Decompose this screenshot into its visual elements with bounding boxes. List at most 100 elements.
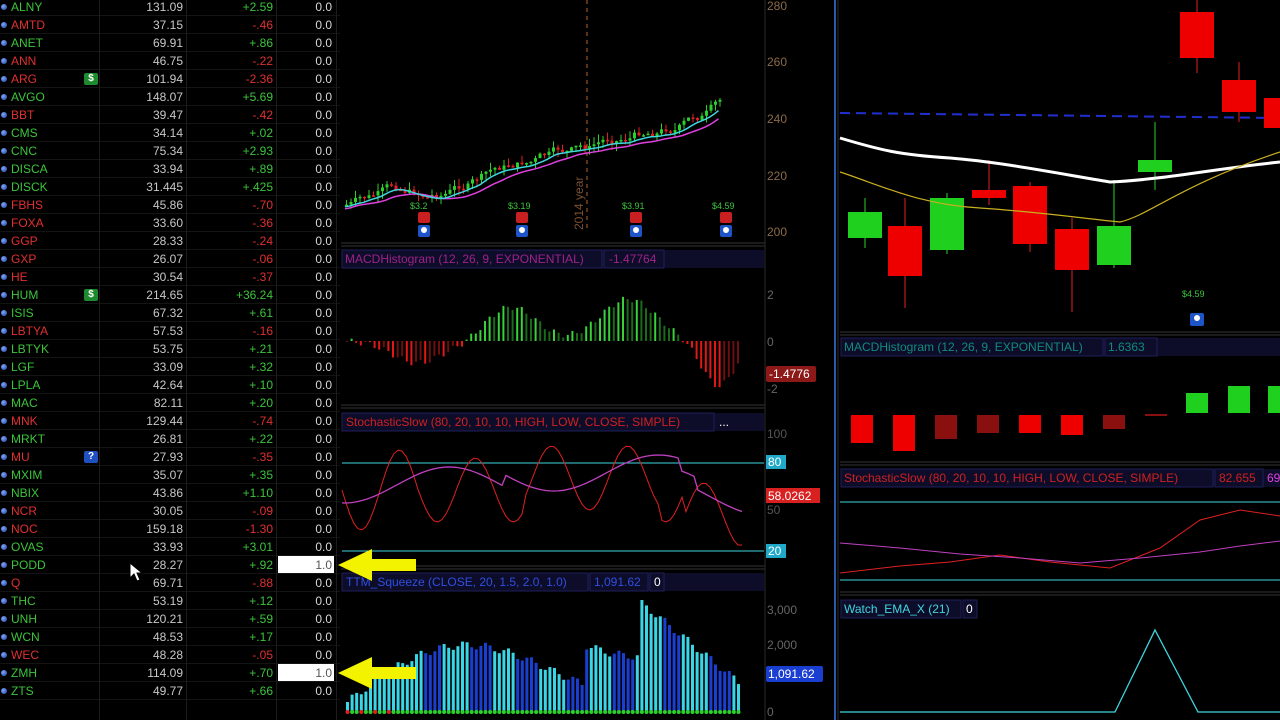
macd-bar: [410, 341, 413, 366]
candle-body: [628, 138, 632, 141]
squeeze-bar: [635, 655, 639, 712]
squeeze-bar: [520, 660, 524, 712]
candle-body: [376, 191, 380, 196]
macd-bar: [626, 299, 629, 341]
squeeze-dot: [543, 710, 548, 714]
stoch-badge-label: 58.0262: [768, 489, 812, 503]
squeeze-bar: [626, 658, 630, 712]
squeeze-bar: [470, 647, 474, 712]
dividend-marker-right: $4.59: [1182, 289, 1205, 326]
squeeze-dot: [566, 710, 571, 714]
squeeze-dot: [534, 710, 539, 714]
squeeze-bar: [378, 676, 382, 712]
macd-histogram-zoomed: [851, 386, 1280, 451]
candle-body: [714, 101, 717, 105]
candle-body: [475, 179, 479, 181]
squeeze-bar: [727, 670, 731, 712]
candle-body: [624, 139, 627, 142]
squeeze-dot: [354, 710, 359, 714]
stoch2-title: StochasticSlow (80, 20, 10, 10, HIGH, LO…: [844, 471, 1178, 485]
macd-bar: [603, 309, 606, 341]
macd-histogram: [346, 296, 739, 388]
ema-value: 0: [966, 602, 973, 616]
candle-body: [1013, 186, 1047, 244]
stochastic-lines: [341, 445, 743, 546]
squeeze-bar: [622, 653, 625, 712]
candle-body: [498, 167, 501, 170]
candle-body: [543, 153, 546, 156]
stoch2-extra: 69: [1267, 471, 1280, 485]
squeeze-bar: [585, 649, 589, 712]
macd-bar: [442, 341, 445, 357]
squeeze-bar: [479, 645, 483, 712]
candle-body: [673, 130, 677, 133]
candle-body: [354, 197, 357, 203]
ema-signal-line: [840, 628, 1280, 713]
macd-bar: [658, 317, 661, 341]
squeeze-dot: [635, 710, 640, 714]
squeeze-dot: [423, 710, 428, 714]
macd-block: [1228, 386, 1250, 413]
chart-left[interactable]: 2014 year $3.2 $3.19 $3.91 $4.59 2802602402…: [0, 0, 1280, 720]
squeeze-dot: [474, 710, 479, 714]
macd-value: -1.47764: [609, 252, 657, 266]
squeeze-bar: [497, 653, 501, 712]
macd-axis-2: 2: [767, 288, 774, 302]
macd-bar: [488, 316, 491, 341]
squeeze-dot: [377, 710, 382, 714]
earnings-icon: [418, 212, 430, 223]
macd-bar: [691, 341, 693, 348]
ema-title: Watch_EMA_X (21): [844, 602, 950, 616]
stoch2-d-line: [839, 540, 1280, 564]
info-icon-dot: [421, 227, 427, 233]
squeeze-dot: [483, 710, 488, 714]
squeeze-bar: [580, 684, 584, 712]
squeeze-dot: [547, 710, 552, 714]
squeeze-bar: [456, 646, 460, 712]
squeeze-dot: [552, 710, 557, 714]
stoch-axis-mid: 50: [767, 503, 781, 517]
price-axis-label: 280: [767, 0, 787, 13]
squeeze-dot: [603, 710, 608, 714]
macd-bar: [419, 341, 422, 361]
squeeze-bar: [516, 658, 520, 712]
macd2-value: 1.6363: [1108, 340, 1145, 354]
squeeze-bar: [723, 671, 727, 712]
squeeze-dot: [713, 710, 718, 714]
stoch-axis-top: 100: [767, 427, 787, 441]
macd2-title: MACDHistogram (12, 26, 9, EXPONENTIAL): [844, 340, 1083, 354]
moving-average-yellow: [839, 151, 1280, 223]
squeeze-bar: [511, 652, 515, 712]
squeeze-dot: [442, 710, 447, 714]
dividend-label: $3.2: [410, 201, 428, 211]
macd-bar: [727, 341, 730, 378]
squeeze-bar: [433, 651, 437, 712]
macd-bar: [387, 341, 390, 351]
candle-body: [381, 187, 384, 192]
squeeze-bar: [599, 647, 602, 712]
macd-bar: [484, 320, 486, 341]
macd-bar: [714, 341, 716, 388]
squeeze-bar: [507, 648, 510, 712]
macd-bar: [635, 299, 638, 341]
macd-bar: [566, 334, 569, 341]
candle-body: [385, 184, 389, 188]
macd-block: [893, 415, 915, 451]
macd-bar: [681, 341, 684, 343]
squeeze-dot: [511, 710, 516, 714]
macd-title: MACDHistogram (12, 26, 9, EXPONENTIAL): [345, 252, 584, 266]
stoch-more-button[interactable]: ...: [719, 415, 729, 429]
candle-body: [597, 142, 600, 145]
squeeze-bar: [612, 653, 616, 712]
macd-bar: [640, 300, 643, 341]
year-label: 2014 year: [572, 177, 586, 230]
squeeze-extra: 0: [654, 575, 661, 589]
squeeze-bar: [700, 653, 704, 712]
squeeze-bar: [681, 634, 685, 712]
candle-body: [516, 162, 519, 168]
candle-body: [592, 144, 596, 147]
macd-bar: [589, 321, 592, 341]
squeeze-dot: [736, 710, 741, 714]
squeeze-bar: [387, 674, 391, 712]
squeeze-title: TTM_Squeeze (CLOSE, 20, 1.5, 2.0, 1.0): [346, 575, 567, 589]
